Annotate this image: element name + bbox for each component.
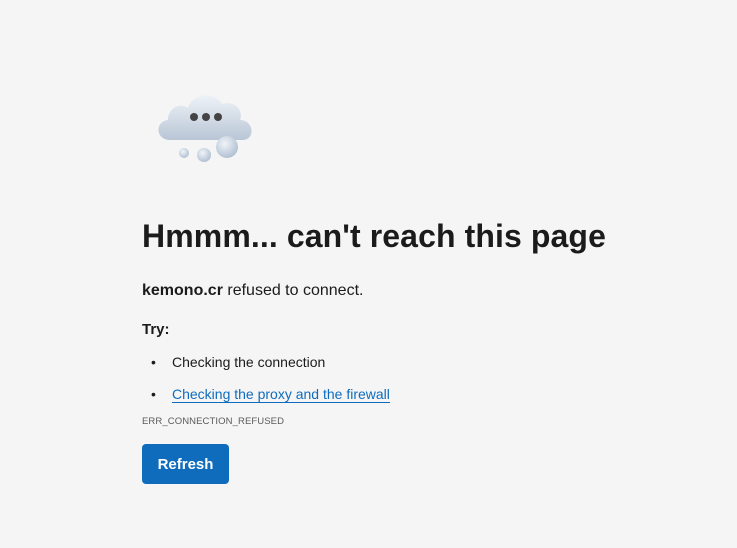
error-message-text: refused to connect. [222,282,364,299]
cloud-loading-icon [158,95,252,162]
try-label: Try: [142,321,170,338]
suggestion-proxy-firewall-link[interactable]: Checking the proxy and the firewall [172,386,390,403]
suggestion-list: • Checking the connection • Checking the… [142,352,702,404]
bullet-icon: • [151,386,156,402]
suggestion-item: • Checking the proxy and the firewall [142,384,702,404]
error-content: Hmmm... can't reach this page kemono.cr … [142,214,702,484]
refresh-button[interactable]: Refresh [142,444,229,484]
page-title: Hmmm... can't reach this page [142,218,606,254]
bullet-icon: • [151,354,156,370]
error-page: Hmmm... can't reach this page kemono.cr … [0,0,737,548]
error-message: kemono.cr refused to connect. [142,280,702,302]
error-code: ERR_CONNECTION_REFUSED [142,416,285,427]
suggestion-item: • Checking the connection [142,352,702,372]
suggestion-check-connection: Checking the connection [172,354,326,370]
error-host: kemono.cr [142,282,223,299]
